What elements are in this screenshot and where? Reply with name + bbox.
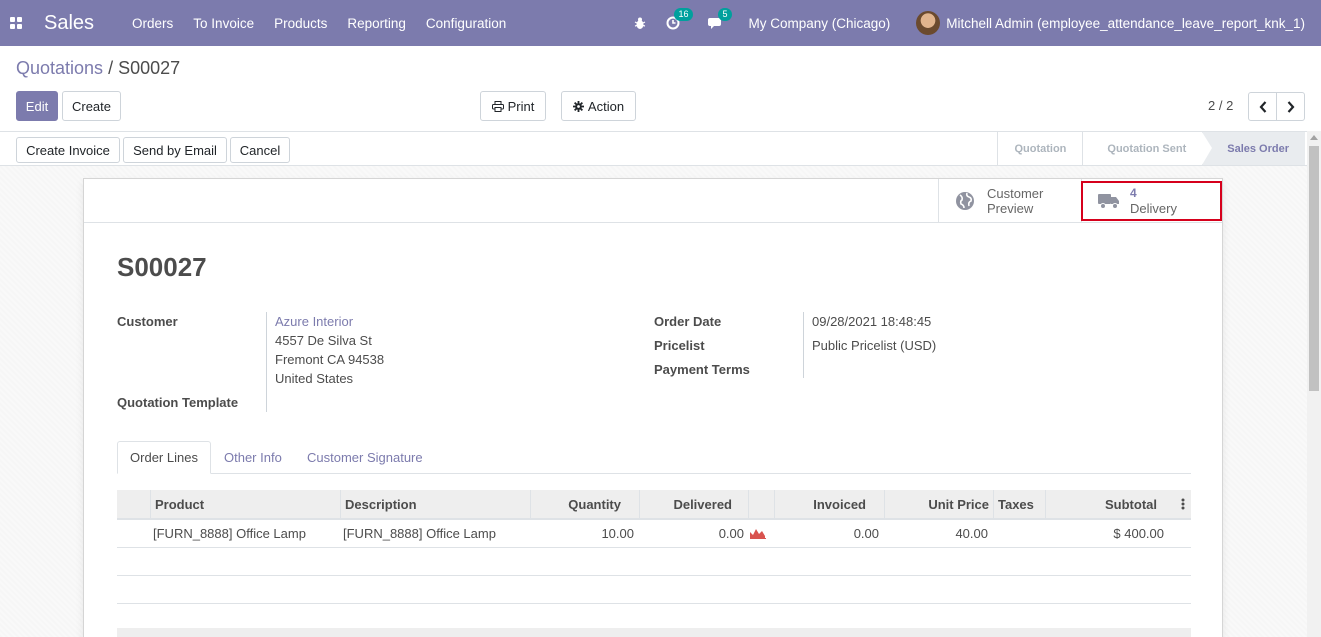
row-product: [FURN_8888] Office Lamp [153,526,306,541]
debug-bug-icon[interactable] [634,17,646,30]
forecast-chart-icon[interactable] [750,520,770,547]
top-navbar: Sales Orders To Invoice Products Reporti… [0,0,1321,46]
smart-button-box: Customer Preview 4 Delivery [84,179,1222,223]
customer-label: Customer [117,314,178,329]
app-name[interactable]: Sales [44,12,94,35]
print-label: Print [507,98,535,114]
breadcrumb-quotations-link[interactable]: Quotations [16,58,103,78]
print-button[interactable]: Print [480,91,546,121]
chevron-left-icon [1259,100,1266,113]
optional-columns-toggle[interactable] [1175,490,1191,518]
column-quantity[interactable]: Quantity [530,490,639,518]
scroll-up-arrow-icon[interactable] [1310,135,1318,140]
printer-icon [491,100,504,112]
tab-order-lines[interactable]: Order Lines [117,441,211,474]
stage-quotation[interactable]: Quotation [997,132,1083,165]
pricelist-label: Pricelist [654,338,705,353]
address-street: 4557 De Silva St [275,333,372,348]
menu-configuration[interactable]: Configuration [426,16,506,31]
menu-products[interactable]: Products [274,16,327,31]
company-switcher[interactable]: My Company (Chicago) [748,16,890,31]
order-lines-header: Product Description Quantity Delivered I… [117,490,1191,520]
field-divider [266,312,267,412]
row-unit-price: 40.00 [955,526,988,541]
row-subtotal: $ 400.00 [1113,526,1164,541]
order-lines-footer [117,628,1191,637]
row-description: [FURN_8888] Office Lamp [343,526,496,541]
empty-table-row [117,576,1191,604]
vertical-ellipsis-icon [1181,498,1185,510]
pager-next-button[interactable] [1276,92,1305,121]
send-by-email-button[interactable]: Send by Email [123,137,227,163]
menu-to-invoice[interactable]: To Invoice [193,16,254,31]
stage-quotation-sent[interactable]: Quotation Sent [1082,132,1203,165]
order-date-value: 09/28/2021 18:48:45 [812,314,932,329]
record-name: S00027 [117,252,207,282]
globe-icon [956,192,974,210]
activity-count-badge: 16 [674,8,693,21]
pager-value[interactable]: 2 / 2 [1208,98,1233,113]
stage-sales-order[interactable]: Sales Order [1202,132,1305,165]
messages-chat-icon[interactable]: 5 [708,8,732,30]
customer-preview-line1: Customer [987,186,1044,201]
user-avatar[interactable] [916,11,941,35]
customer-link[interactable]: Azure Interior [275,314,353,329]
action-label: Action [587,98,625,114]
field-divider [803,312,804,378]
customer-preview-line2: Preview [987,201,1034,216]
pager-previous-button[interactable] [1248,92,1277,121]
row-invoiced: 0.00 [853,526,879,541]
row-quantity: 10.00 [601,526,634,541]
quotation-template-label: Quotation Template [117,395,239,410]
column-unit-price[interactable]: Unit Price [884,490,993,518]
order-date-label: Order Date [654,314,722,329]
empty-table-row [117,548,1191,576]
message-count-badge: 5 [718,8,732,21]
notebook-tabs: Order Lines Other Info Customer Signatur… [117,441,1191,474]
gear-icon [572,100,584,112]
breadcrumb: Quotations / S00027 [16,58,180,79]
forecast-column-header [748,490,774,518]
breadcrumb-separator: / [108,58,114,78]
payment-terms-label: Payment Terms [654,362,750,377]
apps-grid-icon[interactable] [10,17,24,29]
column-subtotal[interactable]: Subtotal [1045,490,1175,518]
cancel-button[interactable]: Cancel [230,137,290,163]
menu-reporting[interactable]: Reporting [347,16,406,31]
create-button[interactable]: Create [62,91,121,121]
chevron-right-icon [1287,100,1294,113]
column-delivered[interactable]: Delivered [639,490,748,518]
column-product[interactable]: Product [150,490,340,518]
breadcrumb-current: S00027 [118,58,181,78]
table-row[interactable]: [FURN_8888] Office Lamp [FURN_8888] Offi… [117,520,1191,548]
column-invoiced[interactable]: Invoiced [774,490,884,518]
row-delivered: 0.00 [718,526,744,541]
pricelist-value: Public Pricelist (USD) [812,338,937,353]
tab-customer-signature[interactable]: Customer Signature [307,441,423,474]
action-button[interactable]: Action [561,91,636,121]
create-invoice-button[interactable]: Create Invoice [16,137,120,163]
address-country: United States [275,371,354,386]
highlight-box [1081,181,1222,221]
statusbar: Create Invoice Send by Email Cancel Quot… [0,131,1321,166]
scrollbar-thumb[interactable] [1309,146,1319,391]
stage-pipeline: Quotation Quotation Sent Sales Order [997,132,1305,165]
edit-button[interactable]: Edit [16,91,58,121]
customer-preview-button[interactable]: Customer Preview [938,179,1081,223]
column-description[interactable]: Description [340,490,530,518]
tab-other-info[interactable]: Other Info [224,441,282,474]
column-taxes[interactable]: Taxes [993,490,1045,518]
form-sheet: Customer Preview 4 Delivery S00027 Custo… [83,178,1223,637]
activity-clock-icon[interactable]: 16 [666,8,693,30]
handle-column-header [117,490,150,518]
user-menu[interactable]: Mitchell Admin (employee_attendance_leav… [946,16,1305,31]
menu-orders[interactable]: Orders [132,16,173,31]
address-city: Fremont CA 94538 [275,352,385,367]
vertical-scrollbar[interactable] [1307,131,1321,637]
